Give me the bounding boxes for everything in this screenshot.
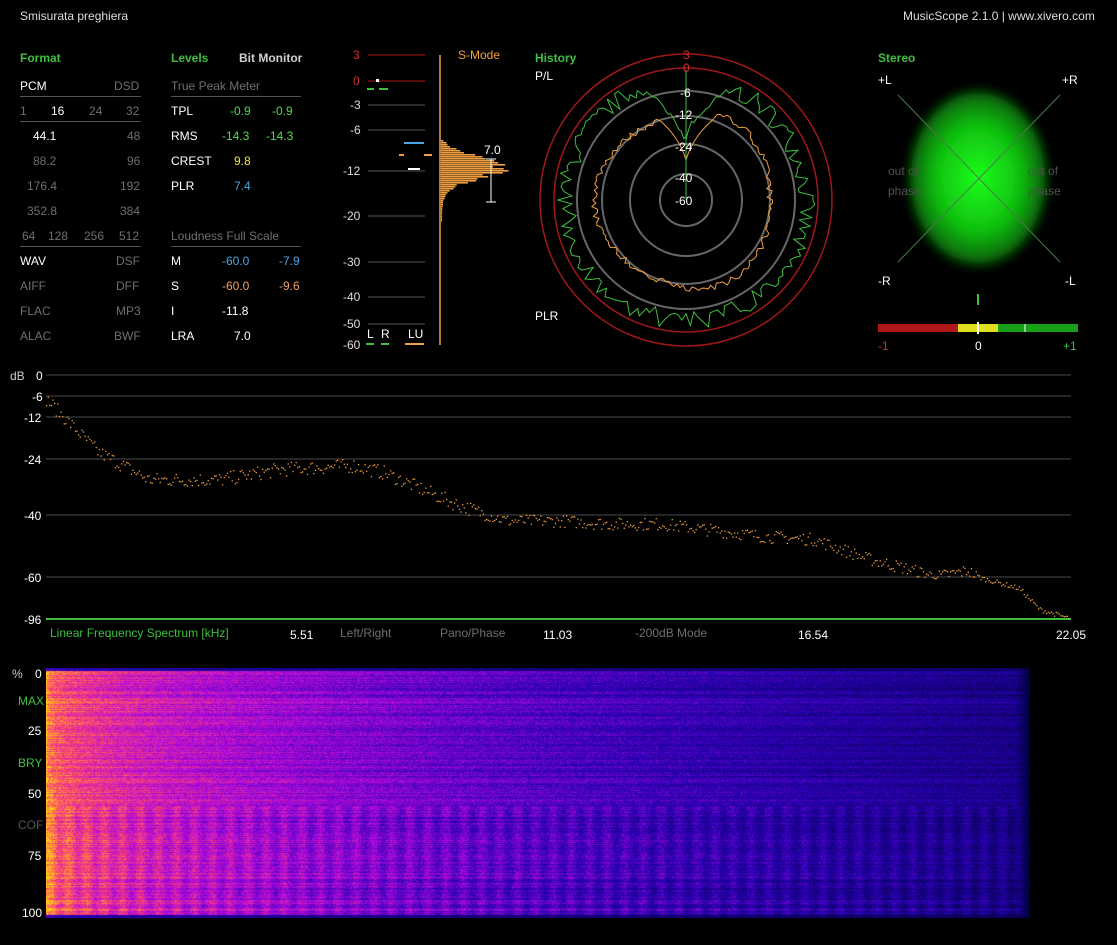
out-of-phase-left-1: out of: [888, 164, 919, 178]
corner-minus-l: -L: [1065, 274, 1076, 288]
meter-scale-m50: -50: [343, 317, 361, 331]
correlation-max: +1: [1063, 339, 1077, 353]
sg-tick-bry: BRY: [18, 756, 43, 770]
ring-3: 3: [683, 48, 690, 62]
db-label: dB: [10, 369, 25, 383]
sg-tick-max: MAX: [18, 694, 45, 708]
ring-0: 0: [683, 61, 690, 75]
corner-plus-r: +R: [1062, 73, 1078, 87]
spectrogram: [46, 668, 1030, 918]
sg-tick-50: 50: [28, 787, 42, 801]
sg-tick-100: 100: [22, 906, 43, 920]
db-tick-m40: -40: [24, 509, 42, 523]
mode-200db[interactable]: -200dB Mode: [635, 626, 707, 640]
mode-pano-phase[interactable]: Pano/Phase: [440, 626, 505, 640]
meter-scale-m3: -3: [350, 98, 361, 112]
meter-scale-m60: -60: [343, 338, 361, 352]
mode-left-right[interactable]: Left/Right: [340, 626, 391, 640]
db-tick-m6: -6: [32, 390, 43, 404]
channel-r: R: [381, 327, 390, 341]
meter-scale-m30: -30: [343, 255, 361, 269]
db-tick-m96: -96: [24, 613, 42, 627]
meter-scale-m40: -40: [343, 290, 361, 304]
freq-tick-5-51: 5.51: [290, 628, 314, 642]
corner-minus-r: -R: [878, 274, 891, 288]
peak-marker: [376, 79, 379, 82]
out-of-phase-left-2: phase: [888, 184, 921, 198]
sg-tick-0: 0: [35, 667, 42, 681]
history-pl-label: P/L: [535, 69, 554, 83]
ring-m60: -60: [675, 194, 693, 208]
s-mode-button[interactable]: S-Mode: [458, 48, 500, 62]
meter-scale-m6: -6: [350, 123, 361, 137]
spectrum-grid: [46, 374, 1071, 578]
ring-m40: -40: [675, 171, 693, 185]
spectrum-title: Linear Frequency Spectrum [kHz]: [50, 626, 229, 640]
meter-scale-0: 0: [353, 74, 360, 88]
ring-m24: -24: [675, 140, 693, 154]
sg-tick-cof: COF: [18, 818, 44, 832]
out-of-phase-right-2: phase: [1028, 184, 1061, 198]
channel-lu: LU: [408, 327, 424, 341]
spectrum-trace: [46, 396, 1070, 620]
sg-tick-25: 25: [28, 724, 42, 738]
sg-pct: %: [12, 667, 23, 681]
stereo-heading: Stereo: [878, 51, 916, 65]
sg-tick-75: 75: [28, 849, 42, 863]
freq-tick-22-05: 22.05: [1056, 628, 1087, 642]
correlation-bar: [878, 322, 1078, 334]
ring-m12: -12: [675, 108, 693, 122]
channel-l: L: [367, 327, 374, 341]
meter-scale-m20: -20: [343, 209, 361, 223]
meter-scale-m12: -12: [343, 164, 361, 178]
meter-scale-lines: [368, 54, 425, 325]
correlation-min: -1: [878, 339, 889, 353]
corner-plus-l: +L: [878, 73, 892, 87]
db-tick-0: 0: [36, 369, 43, 383]
correlation-mid: 0: [975, 339, 982, 353]
meter-scale-3: 3: [353, 48, 360, 62]
history-heading: History: [535, 51, 577, 65]
lra-value: 7.0: [484, 143, 501, 157]
freq-tick-11-03: 11.03: [543, 628, 573, 642]
history-plr-label: PLR: [535, 309, 559, 323]
db-tick-m12: -12: [24, 411, 42, 425]
freq-tick-16-54: 16.54: [798, 628, 829, 642]
db-tick-m60: -60: [24, 571, 42, 585]
ring-m6: -6: [680, 86, 691, 100]
out-of-phase-right-1: out of: [1028, 164, 1059, 178]
db-tick-m24: -24: [24, 453, 42, 467]
